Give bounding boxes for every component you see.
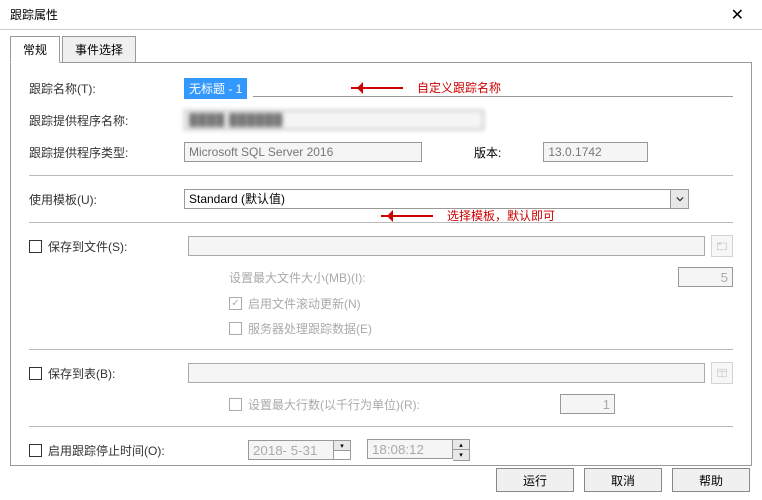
trace-name-input[interactable]: 无标题 - 1: [184, 78, 247, 99]
provider-name-field: [184, 110, 484, 130]
max-file-size-input: [678, 267, 733, 287]
tab-general[interactable]: 常规: [10, 36, 60, 63]
close-icon[interactable]: ✕: [723, 3, 752, 27]
server-process-checkbox: [229, 322, 242, 335]
save-to-table-checkbox[interactable]: [29, 367, 42, 380]
annotation-trace-name: 自定义跟踪名称: [417, 79, 501, 96]
server-process-label: 服务器处理跟踪数据(E): [248, 320, 372, 337]
cancel-button[interactable]: 取消: [584, 468, 662, 492]
help-button[interactable]: 帮助: [672, 468, 750, 492]
template-label: 使用模板(U):: [29, 191, 184, 208]
enable-rollover-checkbox: ✓: [229, 297, 242, 310]
stop-date-picker: ▾: [248, 440, 351, 460]
provider-type-label: 跟踪提供程序类型:: [29, 144, 184, 161]
save-to-file-checkbox[interactable]: [29, 240, 42, 253]
arrow-icon: [381, 212, 441, 220]
max-file-size-label: 设置最大文件大小(MB)(I):: [229, 269, 366, 286]
chevron-down-icon[interactable]: [671, 189, 689, 209]
chevron-up-icon: ▴: [453, 440, 469, 450]
template-value[interactable]: Standard (默认值): [184, 189, 671, 209]
browse-table-icon: [711, 362, 733, 384]
browse-file-icon: [711, 235, 733, 257]
chevron-down-icon: ▾: [334, 441, 350, 451]
chevron-down-icon: ▾: [453, 450, 469, 460]
provider-type-field: [184, 142, 422, 162]
save-to-file-label: 保存到文件(S):: [48, 238, 188, 255]
trace-name-label: 跟踪名称(T):: [29, 80, 184, 97]
arrow-icon: [351, 84, 411, 92]
save-table-input: [188, 363, 705, 383]
max-rows-input: [560, 394, 615, 414]
max-rows-label: 设置最大行数(以千行为单位)(R):: [248, 396, 420, 413]
save-to-table-label: 保存到表(B):: [48, 365, 188, 382]
max-rows-checkbox: [229, 398, 242, 411]
template-dropdown[interactable]: Standard (默认值): [184, 189, 689, 209]
stop-date-input: [248, 440, 334, 460]
tab-events[interactable]: 事件选择: [62, 36, 136, 63]
save-file-path-input: [188, 236, 705, 256]
version-field: [543, 142, 648, 162]
version-label: 版本:: [474, 144, 501, 161]
enable-stop-time-checkbox[interactable]: [29, 444, 42, 457]
run-button[interactable]: 运行: [496, 468, 574, 492]
annotation-template: 选择模板，默认即可: [447, 207, 555, 224]
stop-time-input: [367, 439, 453, 459]
enable-rollover-label: 启用文件滚动更新(N): [248, 295, 361, 312]
provider-name-label: 跟踪提供程序名称:: [29, 112, 184, 129]
enable-stop-time-label: 启用跟踪停止时间(O):: [48, 442, 188, 459]
stop-time-picker: ▴▾: [367, 439, 470, 461]
window-title: 跟踪属性: [10, 6, 58, 23]
